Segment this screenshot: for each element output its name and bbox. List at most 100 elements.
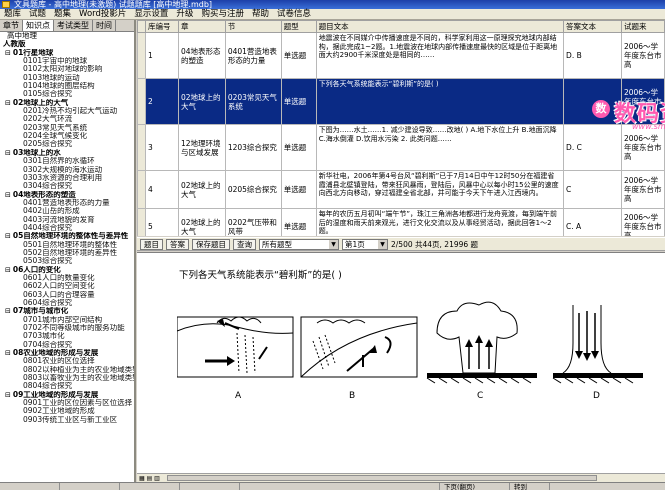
status-cell xyxy=(180,483,240,490)
tree-node[interactable]: 0804综合探究 xyxy=(1,382,134,390)
tree-node[interactable]: 0403河流地貌的发育 xyxy=(1,216,134,224)
tree-node[interactable]: 0802以种植业为主的农业地域类型 xyxy=(1,366,134,374)
menu-item[interactable]: 试卷信息 xyxy=(273,9,315,19)
tree-node[interactable]: 0304综合探究 xyxy=(1,182,134,190)
tab-left-2[interactable]: 考试类型 xyxy=(54,20,93,31)
diagram-label: C xyxy=(477,391,484,401)
diagram-b xyxy=(300,316,418,378)
cell-answer: C xyxy=(563,170,622,209)
tree-node[interactable]: 0101宇宙中的地球 xyxy=(1,57,134,65)
tree-node[interactable]: 0205综合探究 xyxy=(1,140,134,148)
column-header[interactable]: 题目文本 xyxy=(315,20,565,33)
row-indicator[interactable] xyxy=(137,208,146,236)
tree-node[interactable]: 03地球上的水 xyxy=(1,149,134,157)
tree-node[interactable]: 0801农业的区位选择 xyxy=(1,357,134,365)
menu-item[interactable]: 升级 xyxy=(172,9,197,19)
row-indicator[interactable] xyxy=(137,170,146,209)
tree-node[interactable]: 05自然地理环境的整体性与差异性 xyxy=(1,232,134,240)
tab-left-3[interactable]: 时间 xyxy=(93,20,116,31)
tree-node[interactable]: 0404综合探究 xyxy=(1,224,134,232)
cell-id: 1 xyxy=(144,32,179,79)
tree-node[interactable]: 01行星地球 xyxy=(1,49,134,57)
tab-left-1[interactable]: 知识点 xyxy=(23,20,54,31)
row-indicator[interactable] xyxy=(137,32,146,79)
tree-node[interactable]: 0701城市内部空间结构 xyxy=(1,316,134,324)
tree-node[interactable]: 0401营造地表形态的力量 xyxy=(1,199,134,207)
menu-item[interactable]: 试题 xyxy=(25,9,50,19)
column-header[interactable]: 题型 xyxy=(280,20,317,33)
tree-node[interactable]: 08农业地域的形成与发展 xyxy=(1,349,134,357)
column-header[interactable]: 节 xyxy=(224,20,282,33)
cell-chapter: 02地球上的大气 xyxy=(177,170,226,209)
tree-node[interactable]: 07城市与城市化 xyxy=(1,307,134,315)
tree-node[interactable]: 0602人口的空间变化 xyxy=(1,282,134,290)
table-row[interactable]: 2 02地球上的大气 0203常见天气系统 单选题 下列各天气系统能表示“碧利斯”的是(… xyxy=(137,78,665,125)
tree-node[interactable]: 0102太阳对地球的影响 xyxy=(1,65,134,73)
page-select[interactable]: 第1页 ▼ xyxy=(342,238,388,250)
view-mode-icons[interactable]: ▦ ▤ ▥ xyxy=(139,475,160,482)
tree-node[interactable]: 06人口的变化 xyxy=(1,266,134,274)
tree-node[interactable]: 0103地球的运动 xyxy=(1,74,134,82)
status-cell xyxy=(120,483,180,490)
row-indicator-header xyxy=(137,20,146,33)
tree-node[interactable]: 0502自然地理环境的差异性 xyxy=(1,249,134,257)
column-header[interactable]: 试题来 xyxy=(620,20,665,33)
table-row[interactable]: 4 02地球上的大气 0205综合探究 单选题 新华社电，2006年第4号台风“碧利斯”… xyxy=(137,170,665,209)
tree-node[interactable]: 0202大气环流 xyxy=(1,115,134,123)
scrollbar-thumb[interactable] xyxy=(167,475,597,481)
tree-node[interactable]: 0703城市化 xyxy=(1,332,134,340)
cell-source: 2006～学年度东台市高 xyxy=(620,208,665,236)
menu-item[interactable]: 购买与注册 xyxy=(197,9,248,19)
tree-node[interactable]: 09工业地域的形成与发展 xyxy=(1,391,134,399)
tree-node[interactable]: 高中地理 xyxy=(1,32,134,40)
tree-node[interactable]: 0704综合探究 xyxy=(1,341,134,349)
tree-node[interactable]: 04地表形态的塑造 xyxy=(1,191,134,199)
tree-node[interactable]: 0201冷热不均引起大气运动 xyxy=(1,107,134,115)
column-header[interactable]: 答案文本 xyxy=(563,20,622,33)
tree-node[interactable]: 0501自然地理环境的整体性 xyxy=(1,241,134,249)
chapter-tree[interactable]: 高中地理人教版01行星地球0101宇宙中的地球0102太阳对地球的影响0103地… xyxy=(0,32,134,424)
tree-node[interactable]: 0604综合探究 xyxy=(1,299,134,307)
horizontal-scrollbar[interactable]: ▦ ▤ ▥ xyxy=(137,473,665,482)
column-header[interactable]: 库编号 xyxy=(144,20,179,33)
menu-item[interactable]: Word投影片 xyxy=(75,9,130,19)
table-row[interactable]: 1 04地表形态的塑造 0401营造地表形态的力量 单选题 地震波在不同媒介中传播速度是… xyxy=(137,32,665,79)
tree-node[interactable]: 0402山岳的形成 xyxy=(1,207,134,215)
answer-button[interactable]: 答案 xyxy=(166,238,189,250)
menu-item[interactable]: 题集 xyxy=(50,9,75,19)
save-question-button[interactable]: 保存题目 xyxy=(192,238,230,250)
tree-node[interactable]: 0303水资源的合理利用 xyxy=(1,174,134,182)
tree-node[interactable]: 0601人口的数量变化 xyxy=(1,274,134,282)
tree-node[interactable]: 02地球上的大气 xyxy=(1,99,134,107)
cell-id: 3 xyxy=(144,124,179,171)
tree-node[interactable]: 0903传统工业区与新工业区 xyxy=(1,416,134,424)
tree-node[interactable]: 0901工业的区位因素与区位选择 xyxy=(1,399,134,407)
diagram-d xyxy=(552,305,643,384)
menu-item[interactable]: 题库 xyxy=(0,9,25,19)
tree-node[interactable]: 0105综合探究 xyxy=(1,90,134,98)
table-row[interactable]: 5 02地球上的大气 0202气压带和风带 单选题 每年的农历五月初叫“端午节”，珠江三… xyxy=(137,208,665,236)
tab-left-0[interactable]: 章节 xyxy=(0,20,23,31)
menu-item[interactable]: 帮助 xyxy=(248,9,273,19)
column-header[interactable]: 章 xyxy=(177,20,226,33)
tree-node[interactable]: 0302大规模的海水运动 xyxy=(1,166,134,174)
tree-node[interactable]: 0503综合探究 xyxy=(1,257,134,265)
tree-node[interactable]: 0902工业地域的形成 xyxy=(1,407,134,415)
table-row[interactable]: 3 12地理环境与区域发展 1203综合探究 单选题 下图为……水土……1. 减少建设导… xyxy=(137,124,665,171)
tree-node[interactable]: 0603人口的合理容量 xyxy=(1,291,134,299)
question-button[interactable]: 题目 xyxy=(140,238,163,250)
question-type-select[interactable]: 所有题型 ▼ xyxy=(259,238,339,250)
tree-node[interactable]: 0803以畜牧业为主的农业地域类型 xyxy=(1,374,134,382)
tree-node[interactable]: 0204全球气候变化 xyxy=(1,132,134,140)
tree-node[interactable]: 0702不同等级城市的服务功能 xyxy=(1,324,134,332)
tree-node[interactable]: 0203常见天气系统 xyxy=(1,124,134,132)
row-indicator[interactable] xyxy=(137,124,146,171)
menu-item[interactable]: 显示设置 xyxy=(130,9,172,19)
tree-node[interactable]: 0301自然界的水循环 xyxy=(1,157,134,165)
row-indicator[interactable] xyxy=(137,78,146,125)
question-grid[interactable]: 库编号章节题型 题目文本 答案文本 试题来 1 04地表形态的塑造 0401营造地表形态的… xyxy=(137,20,665,236)
cell-type: 单选题 xyxy=(280,170,317,209)
tree-node[interactable]: 0104地球的圈层结构 xyxy=(1,82,134,90)
tree-node[interactable]: 人教版 xyxy=(1,40,134,48)
query-button[interactable]: 查询 xyxy=(233,238,256,250)
